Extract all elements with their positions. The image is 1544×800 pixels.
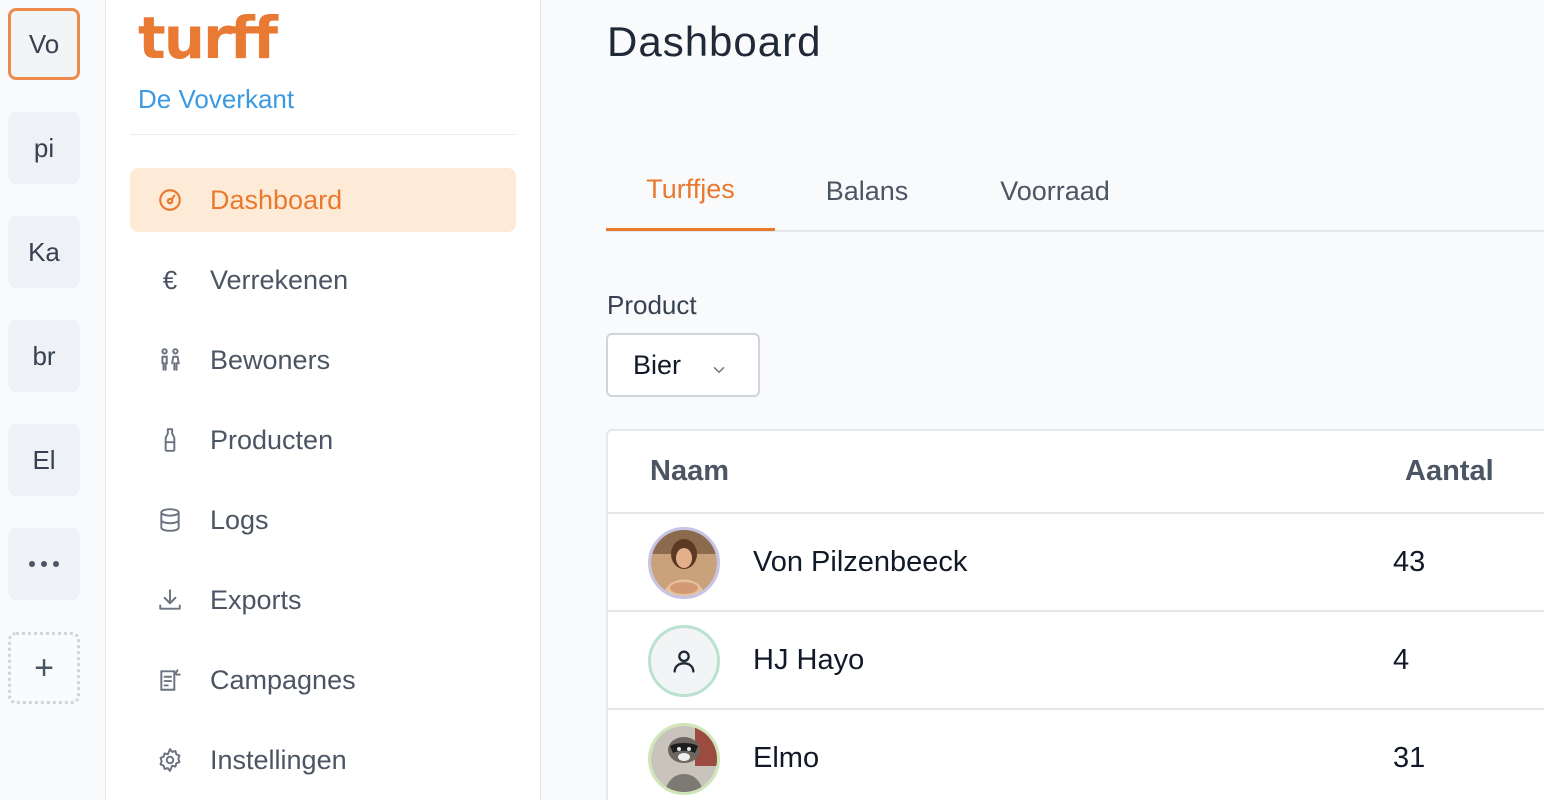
column-header-naam[interactable]: Naam <box>650 455 729 488</box>
turffjes-table: Naam Aantal Von Pilzenbeeck 43 HJ Hayo 4… <box>606 429 1544 800</box>
row-count: 4 <box>1393 644 1410 676</box>
group-switch-br[interactable]: br <box>8 320 80 392</box>
sidebar-item-label: Campagnes <box>210 664 356 695</box>
product-select-value: Bier <box>633 349 682 380</box>
tab-bar: Turffjes Balans Voorraad <box>606 150 1544 232</box>
plus-icon: + <box>34 648 54 687</box>
sidebar-item-verrekenen[interactable]: € Verrekenen <box>130 248 516 312</box>
org-name: De Voverkant <box>138 84 295 114</box>
row-count: 43 <box>1393 546 1426 578</box>
tab-balans[interactable]: Balans <box>788 150 946 232</box>
group-abbr: Vo <box>28 28 60 59</box>
group-switch-ka[interactable]: Ka <box>8 216 80 288</box>
group-switch-pi[interactable]: pi <box>8 112 80 184</box>
sidebar-item-logs[interactable]: Logs <box>130 488 516 552</box>
table-row[interactable]: HJ Hayo 4 <box>608 612 1544 710</box>
sidebar-item-label: Logs <box>210 504 269 535</box>
tab-turffjes[interactable]: Turffjes <box>606 150 775 231</box>
sidebar-item-label: Verrekenen <box>210 264 349 295</box>
row-name: Von Pilzenbeeck <box>753 546 968 578</box>
chevron-down-icon <box>710 355 728 386</box>
table-row[interactable]: Von Pilzenbeeck 43 <box>608 514 1544 612</box>
sidebar-item-label: Exports <box>210 584 302 615</box>
sidebar-item-label: Bewoners <box>210 344 331 375</box>
group-abbr: El <box>32 444 56 475</box>
sidebar-item-label: Producten <box>210 424 334 455</box>
sidebar-item-label: Dashboard <box>210 184 343 215</box>
gauge-icon <box>130 187 210 213</box>
sidebar-item-producten[interactable]: Producten <box>130 408 516 472</box>
euro-icon: € <box>162 264 178 295</box>
download-icon <box>130 587 210 613</box>
tab-label: Voorraad <box>1000 175 1110 206</box>
group-abbr: pi <box>33 132 55 163</box>
main-content: Dashboard Turffjes Balans Voorraad Produ… <box>541 0 1544 800</box>
sidebar-item-instellingen[interactable]: Instellingen <box>130 728 516 792</box>
avatar <box>648 723 720 795</box>
sidebar-item-dashboard[interactable]: Dashboard <box>130 168 516 232</box>
sidebar-item-campagnes[interactable]: Campagnes <box>130 648 516 712</box>
sidebar-item-exports[interactable]: Exports <box>130 568 516 632</box>
table-header: Naam Aantal <box>608 431 1544 514</box>
sidebar-item-label: Instellingen <box>210 744 347 775</box>
tab-label: Balans <box>825 175 909 206</box>
sidebar-item-bewoners[interactable]: Bewoners <box>130 328 516 392</box>
row-name: Elmo <box>753 742 820 774</box>
people-icon <box>130 347 210 373</box>
database-icon <box>130 507 210 533</box>
column-header-aantal[interactable]: Aantal <box>1405 455 1494 488</box>
bottle-icon <box>130 427 210 453</box>
product-select[interactable]: Bier <box>606 333 760 397</box>
page-title: Dashboard <box>607 18 822 65</box>
row-name: HJ Hayo <box>753 644 865 676</box>
group-rail: Vo pi Ka br El + <box>0 0 106 800</box>
sidebar-divider <box>130 134 516 135</box>
ellipsis-icon <box>29 561 59 567</box>
newspaper-icon <box>130 667 210 693</box>
tab-voorraad[interactable]: Voorraad <box>966 150 1144 232</box>
avatar <box>648 527 720 599</box>
tab-label: Turffjes <box>646 173 735 204</box>
user-icon <box>648 625 720 697</box>
group-switch-el[interactable]: El <box>8 424 80 496</box>
sidebar: turff De Voverkant Dashboard € Verrekene… <box>106 0 541 800</box>
group-switch-vo[interactable]: Vo <box>8 8 80 80</box>
more-groups-button[interactable] <box>8 528 80 600</box>
group-abbr: br <box>32 340 56 371</box>
turff-logo[interactable]: turff <box>138 6 278 70</box>
row-count: 31 <box>1393 742 1426 774</box>
add-group-button[interactable]: + <box>8 632 80 704</box>
product-filter-label: Product <box>607 290 697 320</box>
gear-icon <box>130 747 210 773</box>
table-row[interactable]: Elmo 31 <box>608 710 1544 800</box>
group-abbr: Ka <box>28 236 60 267</box>
